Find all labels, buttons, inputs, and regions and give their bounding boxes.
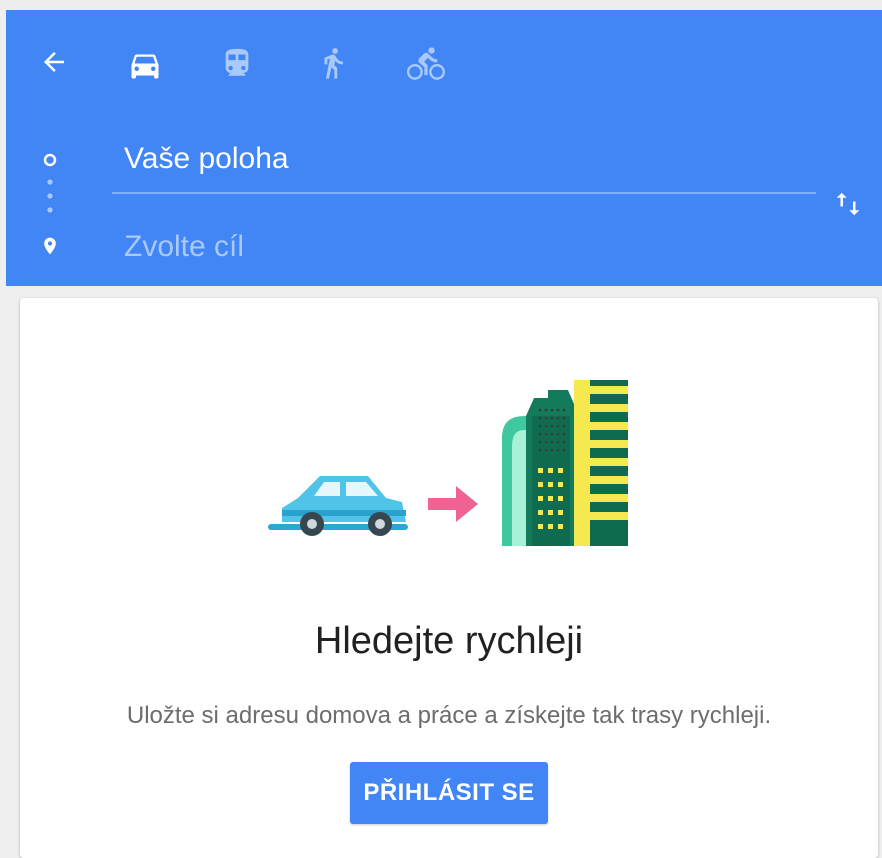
sign-in-button[interactable]: PŘIHLÁSIT SE [350, 762, 548, 824]
swap-vertical-icon [836, 192, 860, 216]
walking-icon [324, 48, 343, 79]
directions-header: Vaše poloha Zvolte cíl [6, 10, 882, 286]
swap-button[interactable] [824, 180, 872, 228]
arrow-illustration [428, 486, 478, 522]
card-title: Hledejte rychleji [314, 620, 584, 662]
train-icon [225, 48, 249, 76]
bicycle-icon [407, 47, 445, 80]
mode-walking-tab[interactable] [310, 40, 356, 86]
route-inputs: Vaše poloha Zvolte cíl [6, 120, 882, 286]
car-to-city-illustration [268, 380, 628, 546]
buildings-illustration [502, 380, 628, 546]
car-illustration [268, 476, 408, 536]
mode-cycling-tab[interactable] [402, 40, 450, 88]
promo-card: Hledejte rychleji Uložte si adresu domov… [20, 298, 878, 858]
status-strip [0, 0, 882, 10]
route-dots-icon [47, 179, 53, 213]
travel-mode-bar [6, 10, 882, 120]
car-icon [131, 54, 159, 79]
back-button[interactable] [34, 42, 74, 82]
arrow-back-icon [44, 52, 64, 72]
destination-field[interactable]: Zvolte cíl [124, 230, 244, 264]
field-divider [112, 192, 816, 194]
mode-transit-tab[interactable] [214, 40, 260, 86]
origin-field[interactable]: Vaše poloha [124, 142, 289, 176]
card-subtitle: Uložte si adresu domova a práce a získej… [126, 702, 772, 729]
mode-driving-tab[interactable] [122, 42, 168, 88]
destination-pin-icon [44, 237, 56, 255]
origin-circle-icon [43, 153, 57, 167]
